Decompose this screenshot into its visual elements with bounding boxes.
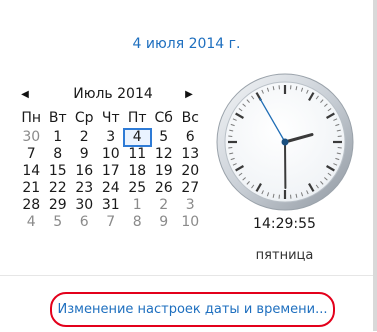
calendar-day[interactable]: 5 (151, 129, 178, 146)
calendar-day[interactable]: 1 (124, 197, 151, 214)
calendar-day[interactable]: 26 (151, 180, 178, 197)
calendar-day[interactable]: 24 (98, 180, 125, 197)
calendar-day[interactable]: 15 (45, 163, 72, 180)
date-time-flyout: 4 июля 2014 г. ◀ Июль 2014 ▶ ПнВтСрЧтПтС… (0, 0, 377, 331)
calendar-day[interactable]: 16 (71, 163, 98, 180)
weekday-label: Сб (151, 110, 178, 126)
calendar-day[interactable]: 30 (71, 197, 98, 214)
calendar-day-today[interactable]: 4 (124, 129, 151, 146)
calendar-day[interactable]: 30 (18, 129, 45, 146)
clock-pivot (282, 139, 289, 146)
calendar-day[interactable]: 3 (98, 129, 125, 146)
calendar-day[interactable]: 9 (151, 214, 178, 231)
triangle-right-icon[interactable]: ▶ (182, 86, 196, 104)
calendar-day[interactable]: 2 (71, 129, 98, 146)
calendar-day[interactable]: 18 (124, 163, 151, 180)
weekday-label: Вт (45, 110, 72, 126)
weekday-label: Ср (71, 110, 98, 126)
calendar-day[interactable]: 27 (177, 180, 204, 197)
calendar-day[interactable]: 13 (177, 146, 204, 163)
calendar-day[interactable]: 6 (177, 129, 204, 146)
calendar-day[interactable]: 2 (151, 197, 178, 214)
calendar-day[interactable]: 21 (18, 180, 45, 197)
calendar-day[interactable]: 31 (98, 197, 125, 214)
calendar-day[interactable]: 12 (151, 146, 178, 163)
calendar-day[interactable]: 5 (45, 214, 72, 231)
calendar-day[interactable]: 8 (45, 146, 72, 163)
calendar-day[interactable]: 20 (177, 163, 204, 180)
triangle-left-icon[interactable]: ◀ (18, 86, 32, 104)
calendar-day[interactable]: 19 (151, 163, 178, 180)
calendar-day[interactable]: 22 (45, 180, 72, 197)
analog-clock (215, 72, 355, 212)
calendar-grid: 3012345678910111213141516171819202122232… (18, 129, 204, 231)
weekday-header: ПнВтСрЧтПтСбВс (18, 110, 204, 126)
calendar-day[interactable]: 1 (45, 129, 72, 146)
calendar-day[interactable]: 25 (124, 180, 151, 197)
flyout-footer: Изменение настроек даты и времени... (0, 275, 373, 332)
calendar-day[interactable]: 11 (124, 146, 151, 163)
weekday-label: Чт (98, 110, 125, 126)
weekday-label: пятница (232, 248, 337, 263)
digital-time: 14:29:55 (232, 216, 337, 232)
current-date-link[interactable]: 4 июля 2014 г. (0, 36, 373, 52)
calendar-day[interactable]: 10 (98, 146, 125, 163)
calendar-day[interactable]: 10 (177, 214, 204, 231)
calendar-day[interactable]: 7 (18, 146, 45, 163)
calendar-day[interactable]: 3 (177, 197, 204, 214)
calendar-day[interactable]: 8 (124, 214, 151, 231)
calendar-day[interactable]: 9 (71, 146, 98, 163)
calendar-day[interactable]: 4 (18, 214, 45, 231)
calendar-header: ◀ Июль 2014 ▶ (18, 86, 202, 106)
weekday-label: Пн (18, 110, 45, 126)
calendar-day[interactable]: 7 (98, 214, 125, 231)
month-label[interactable]: Июль 2014 (58, 86, 168, 102)
weekday-label: Вс (177, 110, 204, 126)
weekday-label: Пт (124, 110, 151, 126)
calendar-day[interactable]: 6 (71, 214, 98, 231)
calendar-day[interactable]: 28 (18, 197, 45, 214)
calendar-day[interactable]: 29 (45, 197, 72, 214)
change-date-time-settings-link[interactable]: Изменение настроек даты и времени... (50, 292, 335, 327)
calendar-day[interactable]: 23 (71, 180, 98, 197)
calendar-day[interactable]: 14 (18, 163, 45, 180)
calendar-day[interactable]: 17 (98, 163, 125, 180)
